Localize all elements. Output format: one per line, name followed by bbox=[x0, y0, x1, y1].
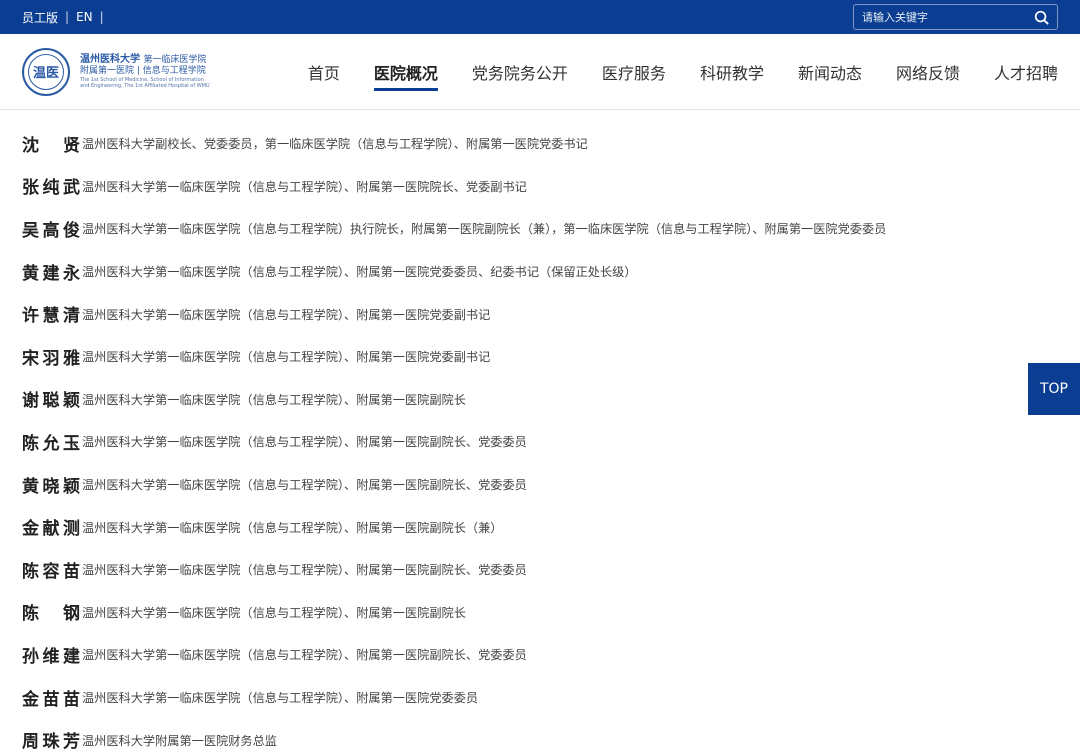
seal-text: 温医 bbox=[28, 53, 64, 90]
leader-title: 温州医科大学第一临床医学院（信息与工程学院）、附属第一医院副院长 bbox=[82, 605, 466, 620]
list-item: 谢聪颖 温州医科大学第一临床医学院（信息与工程学院）、附属第一医院副院长 bbox=[22, 378, 1080, 421]
site-header: 温医 温州医科大学 第一临床医学院 附属第一医院 | 信息与工程学院 The 1… bbox=[0, 34, 1080, 110]
leader-title: 温州医科大学第一临床医学院（信息与工程学院）、附属第一医院院长、党委副书记 bbox=[82, 179, 527, 194]
university-name: 温州医科大学 bbox=[80, 54, 140, 66]
leader-name: 陈钢 bbox=[22, 604, 80, 625]
search-input[interactable] bbox=[862, 10, 1022, 24]
leader-title: 温州医科大学第一临床医学院（信息与工程学院）、附属第一医院副院长、党委委员 bbox=[82, 563, 527, 578]
leader-title: 温州医科大学第一临床医学院（信息与工程学院）、附属第一医院副院长、党委委员 bbox=[82, 648, 527, 663]
leader-name: 陈允玉 bbox=[22, 433, 80, 454]
nav-feedback[interactable]: 网络反馈 bbox=[896, 34, 960, 110]
logo-line-2: 附属第一医院 | 信息与工程学院 bbox=[80, 66, 206, 77]
leader-name: 黄晓颖 bbox=[22, 476, 80, 497]
leader-name: 黄建永 bbox=[22, 263, 80, 284]
list-item: 陈允玉 温州医科大学第一临床医学院（信息与工程学院）、附属第一医院副院长、党委委员 bbox=[22, 420, 1080, 463]
university-seal-icon: 温医 bbox=[22, 47, 70, 96]
leader-name: 谢聪颖 bbox=[22, 391, 80, 412]
list-item: 吴高俊 温州医科大学第一临床医学院（信息与工程学院）执行院长，附属第一医院副院长（… bbox=[22, 207, 1080, 250]
list-item: 金献测 温州医科大学第一临床医学院（信息与工程学院）、附属第一医院副院长（兼） bbox=[22, 505, 1080, 548]
search-box bbox=[853, 4, 1058, 30]
staff-version-link[interactable]: 员工版 bbox=[22, 9, 58, 26]
list-item: 许慧清 温州医科大学第一临床医学院（信息与工程学院）、附属第一医院党委副书记 bbox=[22, 292, 1080, 335]
leader-title: 温州医科大学第一临床医学院（信息与工程学院）、附属第一医院副院长 bbox=[82, 392, 466, 407]
list-item: 黄晓颖 温州医科大学第一临床医学院（信息与工程学院）、附属第一医院副院长、党委委员 bbox=[22, 463, 1080, 506]
leader-title: 温州医科大学第一临床医学院（信息与工程学院）、附属第一医院副院长、党委委员 bbox=[82, 435, 527, 450]
english-link[interactable]: EN bbox=[76, 10, 93, 24]
leader-name: 沈贤 bbox=[22, 135, 80, 156]
list-item: 陈钢 温州医科大学第一临床医学院（信息与工程学院）、附属第一医院副院长 bbox=[22, 591, 1080, 634]
logo-text: 温州医科大学 第一临床医学院 附属第一医院 | 信息与工程学院 The 1st … bbox=[80, 54, 210, 89]
leader-name: 张纯武 bbox=[22, 178, 80, 199]
list-item: 张纯武 温州医科大学第一临床医学院（信息与工程学院）、附属第一医院院长、党委副书记 bbox=[22, 165, 1080, 208]
leader-title: 温州医科大学第一临床医学院（信息与工程学院）执行院长，附属第一医院副院长（兼），… bbox=[82, 222, 887, 237]
leader-title: 温州医科大学第一临床医学院（信息与工程学院）、附属第一医院党委副书记 bbox=[82, 350, 491, 365]
list-item: 宋羽雅 温州医科大学第一临床医学院（信息与工程学院）、附属第一医院党委副书记 bbox=[22, 335, 1080, 378]
leader-title: 温州医科大学第一临床医学院（信息与工程学院）、附属第一医院党委委员、纪委书记（保… bbox=[82, 265, 637, 280]
leader-title: 温州医科大学第一临床医学院（信息与工程学院）、附属第一医院党委委员 bbox=[82, 691, 479, 706]
logo-line-3: The 1st School of Medicine, School of In… bbox=[80, 76, 204, 83]
hospital-logo[interactable]: 温医 温州医科大学 第一临床医学院 附属第一医院 | 信息与工程学院 The 1… bbox=[22, 47, 312, 96]
separator: | bbox=[65, 10, 70, 24]
leader-name: 金献测 bbox=[22, 519, 80, 540]
list-item: 孙维建 温州医科大学第一临床医学院（信息与工程学院）、附属第一医院副院长、党委委员 bbox=[22, 633, 1080, 676]
leader-title: 温州医科大学第一临床医学院（信息与工程学院）、附属第一医院党委副书记 bbox=[82, 307, 491, 322]
leader-name: 陈容苗 bbox=[22, 561, 80, 582]
leader-name: 许慧清 bbox=[22, 306, 80, 327]
nav-recruitment[interactable]: 人才招聘 bbox=[994, 34, 1058, 110]
top-links: 员工版 | EN | bbox=[22, 9, 111, 26]
nav-home[interactable]: 首页 bbox=[308, 34, 340, 110]
leadership-list: 沈贤 温州医科大学副校长、党委委员，第一临床医学院（信息与工程学院）、附属第一医院… bbox=[0, 110, 1080, 754]
top-bar: 员工版 | EN | bbox=[0, 0, 1080, 34]
leader-title: 温州医科大学第一临床医学院（信息与工程学院）、附属第一医院副院长（兼） bbox=[82, 520, 503, 535]
leader-name: 周珠芳 bbox=[22, 732, 80, 753]
leader-name: 孙维建 bbox=[22, 646, 80, 667]
leader-title: 温州医科大学副校长、党委委员，第一临床医学院（信息与工程学院）、附属第一医院党委… bbox=[82, 137, 588, 152]
list-item: 黄建永 温州医科大学第一临床医学院（信息与工程学院）、附属第一医院党委委员、纪委书… bbox=[22, 250, 1080, 293]
list-item: 周珠芳 温州医科大学附属第一医院财务总监 bbox=[22, 718, 1080, 754]
school-name: 第一临床医学院 bbox=[143, 55, 207, 66]
separator: | bbox=[99, 10, 104, 24]
nav-medical-services[interactable]: 医疗服务 bbox=[602, 34, 666, 110]
main-nav: 首页 医院概况 党务院务公开 医疗服务 科研教学 新闻动态 网络反馈 人才招聘 bbox=[274, 34, 1058, 110]
logo-line-4: and Engineering, The 1st Affiliated Hosp… bbox=[80, 82, 210, 89]
nav-hospital-overview[interactable]: 医院概况 bbox=[373, 34, 438, 110]
search-icon[interactable] bbox=[1034, 10, 1049, 25]
leader-title: 温州医科大学第一临床医学院（信息与工程学院）、附属第一医院副院长、党委委员 bbox=[82, 478, 527, 493]
list-item: 陈容苗 温州医科大学第一临床医学院（信息与工程学院）、附属第一医院副院长、党委委员 bbox=[22, 548, 1080, 591]
nav-news[interactable]: 新闻动态 bbox=[798, 34, 862, 110]
leader-name: 金苗苗 bbox=[22, 689, 80, 710]
back-to-top-button[interactable]: TOP bbox=[1028, 363, 1080, 415]
leader-name: 吴高俊 bbox=[22, 220, 80, 241]
leader-title: 温州医科大学附属第一医院财务总监 bbox=[82, 733, 277, 748]
nav-research-teaching[interactable]: 科研教学 bbox=[700, 34, 764, 110]
logo-line-1: 温州医科大学 第一临床医学院 bbox=[80, 54, 210, 66]
nav-party-affairs[interactable]: 党务院务公开 bbox=[472, 34, 568, 110]
leader-name: 宋羽雅 bbox=[22, 348, 80, 369]
list-item: 沈贤 温州医科大学副校长、党委委员，第一临床医学院（信息与工程学院）、附属第一医院… bbox=[22, 122, 1080, 165]
list-item: 金苗苗 温州医科大学第一临床医学院（信息与工程学院）、附属第一医院党委委员 bbox=[22, 676, 1080, 719]
